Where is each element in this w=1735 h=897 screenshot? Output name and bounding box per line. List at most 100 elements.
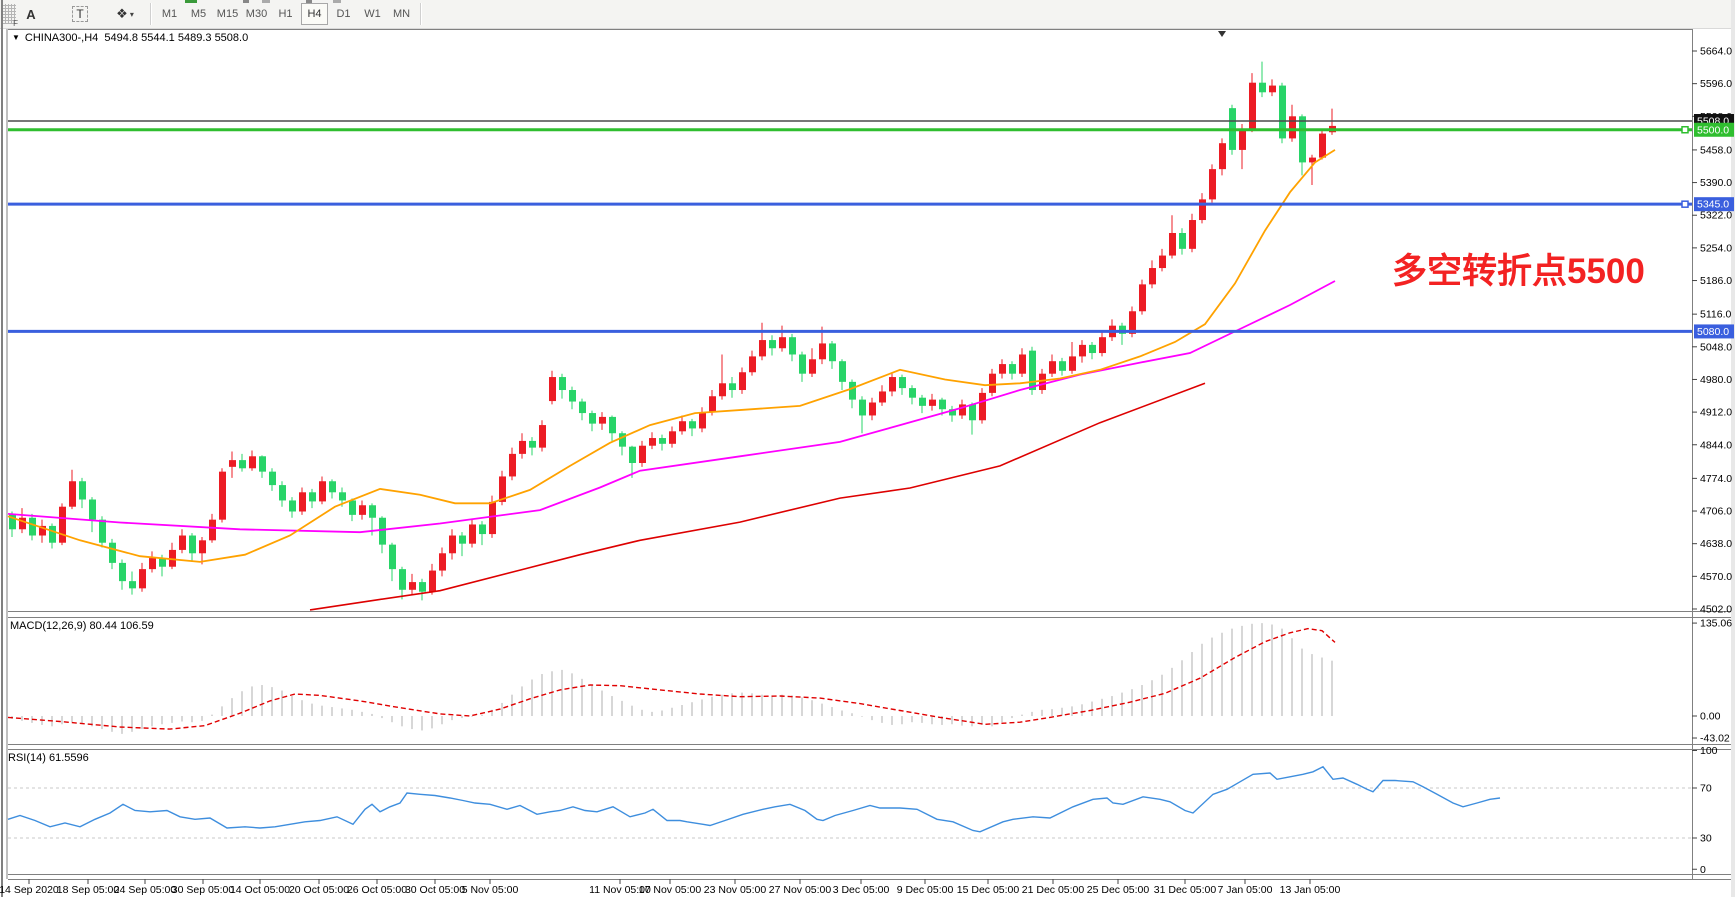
candle-body bbox=[249, 456, 256, 468]
candle-body bbox=[399, 569, 406, 590]
rsi-tick-label: 70 bbox=[1700, 783, 1712, 795]
candle-body bbox=[329, 481, 336, 492]
candle-body bbox=[1209, 169, 1216, 199]
time-label: 9 Dec 05:00 bbox=[897, 884, 954, 896]
candle-body bbox=[989, 374, 996, 393]
candle-body bbox=[719, 383, 726, 396]
candle-body bbox=[1099, 337, 1106, 353]
trading-terminal-window: F A T ❖▾ M1M5M15M30H1H4D1W1MN ▼CHINA300-… bbox=[0, 0, 1735, 897]
candle-body bbox=[879, 391, 886, 402]
candle-body bbox=[1239, 129, 1246, 150]
candle-body bbox=[79, 481, 86, 499]
candle-body bbox=[789, 337, 796, 354]
time-label: 20 Oct 05:00 bbox=[289, 884, 349, 896]
candle-body bbox=[429, 571, 436, 592]
price-tick-label: 4912.0 bbox=[1700, 407, 1732, 419]
candle-body bbox=[739, 372, 746, 390]
candle-body bbox=[589, 413, 596, 424]
price-tick-label: 5596.0 bbox=[1700, 78, 1732, 90]
candle-body bbox=[529, 441, 536, 448]
candle-body bbox=[1009, 364, 1016, 374]
candle-body bbox=[569, 390, 576, 402]
price-tick-label: 5458.0 bbox=[1700, 144, 1732, 156]
candle-body bbox=[139, 569, 146, 588]
candle-body bbox=[599, 417, 606, 424]
candle-body bbox=[149, 558, 156, 569]
candle-body bbox=[559, 377, 566, 390]
candle-body bbox=[469, 524, 476, 543]
candle-body bbox=[689, 421, 696, 428]
price-tick-label: 4774.0 bbox=[1700, 473, 1732, 485]
rsi-label: RSI(14) 61.5596 bbox=[8, 752, 89, 764]
candle-body bbox=[199, 540, 206, 553]
candle-body bbox=[69, 481, 76, 506]
candle-body bbox=[1289, 116, 1296, 138]
candle-body bbox=[909, 388, 916, 398]
candle-body bbox=[999, 364, 1006, 374]
time-label: 21 Dec 05:00 bbox=[1022, 884, 1085, 896]
time-label: 7 Jan 05:00 bbox=[1218, 884, 1273, 896]
time-label: 17 Nov 05:00 bbox=[639, 884, 702, 896]
time-label: 13 Jan 05:00 bbox=[1280, 884, 1341, 896]
macd-tick-label: -43.02 bbox=[1700, 733, 1730, 745]
candle-body bbox=[409, 582, 416, 590]
ma-slow-red-line bbox=[310, 383, 1205, 610]
time-label: 30 Oct 05:00 bbox=[405, 884, 465, 896]
candle-body bbox=[519, 441, 526, 454]
price-tick-label: 4706.0 bbox=[1700, 506, 1732, 518]
candle-body bbox=[459, 536, 466, 544]
candle-body bbox=[749, 356, 756, 372]
candle-body bbox=[1249, 83, 1256, 129]
candle-body bbox=[239, 460, 246, 468]
candle-body bbox=[119, 563, 126, 581]
candle-body bbox=[1189, 220, 1196, 249]
candle-body bbox=[319, 481, 326, 501]
time-label: 14 Oct 05:00 bbox=[230, 884, 290, 896]
candle-body bbox=[179, 536, 186, 550]
candle-body bbox=[359, 505, 366, 515]
candle-body bbox=[209, 520, 216, 541]
price-tick-label: 5186.0 bbox=[1700, 275, 1732, 287]
candle-body bbox=[1169, 233, 1176, 256]
symbol-name: CHINA300-,H4 bbox=[25, 32, 98, 44]
candle-body bbox=[109, 543, 116, 563]
price-tick-label: 5664.0 bbox=[1700, 46, 1732, 58]
time-label: 26 Oct 05:00 bbox=[347, 884, 407, 896]
hline-handle[interactable] bbox=[1682, 201, 1688, 207]
candle-body bbox=[339, 492, 346, 500]
candle-body bbox=[979, 393, 986, 420]
price-tick-label: 4502.0 bbox=[1700, 603, 1732, 615]
candle-body bbox=[639, 446, 646, 463]
candle-body bbox=[279, 485, 286, 500]
candle-body bbox=[1219, 143, 1226, 169]
macd-tick-label: 135.06 bbox=[1700, 618, 1732, 630]
candle-body bbox=[659, 438, 666, 444]
time-label: 14 Sep 2020 bbox=[0, 884, 59, 896]
time-label: 24 Sep 05:00 bbox=[114, 884, 177, 896]
candle-body bbox=[299, 492, 306, 511]
candle-body bbox=[1139, 284, 1146, 311]
price-tick-label: 4980.0 bbox=[1700, 374, 1732, 386]
candle-body bbox=[1269, 86, 1276, 93]
ohlc-high: 5544.1 bbox=[141, 32, 175, 44]
candle-body bbox=[1319, 134, 1326, 158]
ohlc-open: 5494.8 bbox=[104, 32, 138, 44]
hline-handle[interactable] bbox=[1682, 127, 1688, 133]
chart-canvas[interactable]: 5664.05596.05528.05458.05390.05322.05254… bbox=[0, 0, 1735, 897]
candle-body bbox=[699, 412, 706, 428]
chart-title[interactable]: ▼CHINA300-,H4 5494.8 5544.1 5489.3 5508.… bbox=[12, 32, 248, 44]
candle-body bbox=[229, 460, 236, 467]
rsi-tick-label: 30 bbox=[1700, 833, 1712, 845]
candle-body bbox=[369, 505, 376, 517]
candle-body bbox=[269, 472, 276, 485]
candle-body bbox=[539, 425, 546, 448]
candle-body bbox=[839, 361, 846, 382]
price-tick-label: 4844.0 bbox=[1700, 439, 1732, 451]
candle-body bbox=[829, 343, 836, 361]
price-tick-label: 5116.0 bbox=[1700, 309, 1731, 321]
chart-annotation-text[interactable]: 多空转折点5500 bbox=[1392, 243, 1645, 294]
candle-body bbox=[1259, 83, 1266, 93]
time-label: 23 Nov 05:00 bbox=[704, 884, 767, 896]
time-label: 31 Dec 05:00 bbox=[1154, 884, 1217, 896]
ohlc-close: 5508.0 bbox=[215, 32, 249, 44]
